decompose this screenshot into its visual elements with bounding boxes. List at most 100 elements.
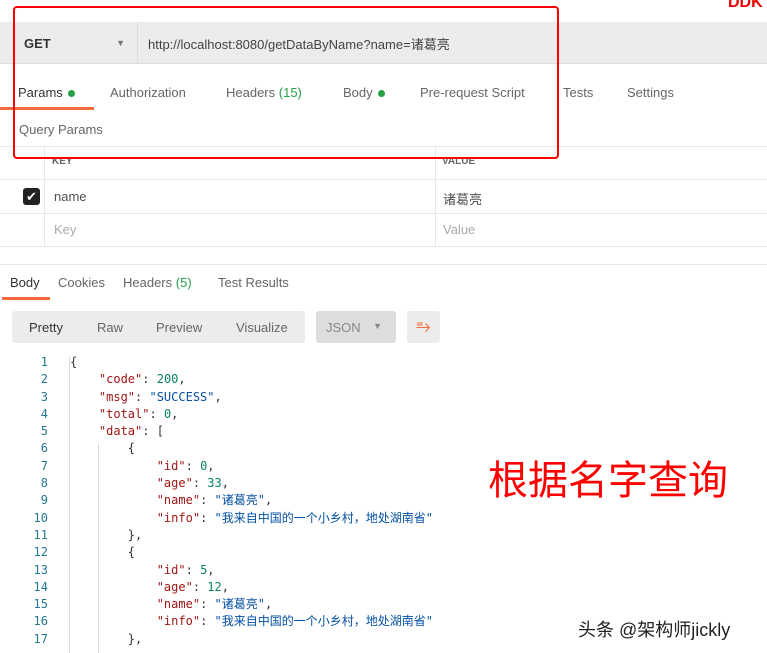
line-number: 14	[33, 579, 48, 594]
code-token: "age"	[156, 579, 193, 594]
watermark: 头条 @架构师jickly	[578, 620, 731, 640]
code-line: 16 "info": "我来自中国的一个小乡村，地处湖南省"	[0, 613, 433, 630]
code-text: "msg": "SUCCESS",	[48, 389, 222, 406]
code-text: "age": 33,	[48, 475, 229, 492]
param-checkbox[interactable]: ✔	[23, 188, 40, 205]
code-token: "SUCCESS"	[149, 389, 215, 404]
code-line: 2 "code": 200,	[0, 371, 433, 388]
line-number: 2	[40, 372, 48, 387]
code-token: :	[192, 579, 208, 594]
code-token: },	[127, 631, 143, 646]
highlight-box	[13, 6, 559, 159]
divider	[0, 179, 767, 180]
code-token: :	[135, 389, 150, 404]
code-token: ,	[264, 597, 273, 612]
response-code-view: 1{2 "code": 200, 3 "msg": "SUCCESS", 4 "to…	[0, 354, 433, 648]
line-number: 15	[33, 597, 48, 612]
format-select[interactable]: JSON ▼	[316, 311, 396, 343]
line-number: 9	[40, 493, 48, 508]
line-number: 3	[40, 389, 48, 404]
code-text: "data": [	[48, 423, 164, 440]
active-tab-indicator	[2, 297, 50, 300]
code-token: ,	[171, 406, 179, 421]
divider	[0, 264, 767, 265]
code-token: :	[200, 510, 215, 525]
line-number: 11	[33, 527, 48, 542]
code-token: :	[200, 597, 215, 612]
code-token: :	[185, 458, 201, 473]
line-number: 16	[33, 614, 48, 629]
code-token: "info"	[156, 614, 201, 629]
code-line: 8 "age": 33,	[0, 475, 433, 492]
tab-settings[interactable]: Settings	[627, 85, 674, 100]
param-value-input[interactable]: 诸葛亮	[443, 189, 482, 208]
divider	[435, 146, 436, 246]
headers-count: (5)	[175, 275, 192, 290]
code-text: {	[48, 354, 77, 371]
view-raw-button[interactable]: Raw	[97, 320, 123, 335]
tab-tests[interactable]: Tests	[563, 85, 593, 100]
code-token: "msg"	[98, 389, 136, 404]
line-number: 1	[40, 355, 48, 369]
code-token: ,	[214, 389, 222, 404]
code-text: },	[48, 631, 142, 648]
code-token: ,	[221, 476, 229, 491]
code-token: ,	[264, 493, 273, 508]
code-token: ,	[221, 579, 229, 594]
response-tab-body[interactable]: Body	[10, 275, 40, 290]
response-tab-cookies[interactable]: Cookies	[58, 275, 105, 290]
code-token: },	[127, 527, 143, 542]
divider	[44, 146, 45, 246]
code-token: "age"	[156, 476, 193, 491]
code-text: "age": 12,	[48, 579, 229, 596]
line-number: 4	[40, 406, 48, 421]
code-text: "id": 5,	[48, 562, 215, 579]
line-number: 7	[40, 458, 48, 473]
code-token: 12	[207, 579, 222, 594]
code-token: :	[200, 614, 215, 629]
code-token: :	[185, 562, 201, 577]
code-line: 7 "id": 0,	[0, 458, 433, 475]
view-pretty-button[interactable]: Pretty	[29, 320, 63, 335]
divider	[0, 213, 767, 214]
corner-text: DDK	[728, 0, 763, 11]
code-token: 33	[207, 476, 222, 491]
param-key-input[interactable]: name	[54, 189, 87, 204]
code-token: "我来自中国的一个小乡村，地处湖南省"	[214, 614, 433, 629]
code-token: "data"	[98, 424, 143, 439]
code-text: "total": 0,	[48, 406, 179, 423]
line-number: 12	[33, 545, 48, 560]
code-line: 4 "total": 0,	[0, 406, 433, 423]
code-text: },	[48, 527, 142, 544]
code-token: {	[127, 545, 136, 560]
code-token: :	[149, 406, 164, 421]
code-token: "我来自中国的一个小乡村，地处湖南省"	[214, 510, 433, 525]
line-number: 5	[40, 424, 48, 439]
code-token: : [	[142, 424, 164, 439]
code-token: {	[70, 355, 78, 369]
line-number: 6	[40, 441, 48, 456]
code-token: ,	[178, 372, 186, 387]
code-token: "id"	[156, 458, 186, 473]
code-line: 14 "age": 12,	[0, 579, 433, 596]
code-token: "诸葛亮"	[214, 597, 265, 612]
code-token: 200	[156, 372, 179, 387]
code-text: {	[48, 440, 135, 457]
new-key-input[interactable]: Key	[54, 222, 76, 237]
new-value-input[interactable]: Value	[443, 222, 475, 237]
code-token: "code"	[98, 372, 143, 387]
code-token: "id"	[156, 562, 186, 577]
code-line: 10 "info": "我来自中国的一个小乡村，地处湖南省"	[0, 510, 433, 527]
code-line: 11 },	[0, 527, 433, 544]
view-visualize-button[interactable]: Visualize	[236, 320, 288, 335]
code-line: 15 "name": "诸葛亮",	[0, 596, 433, 613]
line-number: 8	[40, 476, 48, 491]
response-tab-test-results[interactable]: Test Results	[218, 275, 289, 290]
tab-label: Headers	[123, 275, 173, 290]
code-line: 12 {	[0, 544, 433, 561]
code-token: ,	[207, 458, 215, 473]
response-tab-headers[interactable]: Headers (5)	[123, 275, 192, 290]
view-preview-button[interactable]: Preview	[156, 320, 202, 335]
wrap-lines-icon[interactable]: ⥱	[407, 311, 440, 343]
annotation-text: 根据名字查询	[488, 459, 728, 503]
